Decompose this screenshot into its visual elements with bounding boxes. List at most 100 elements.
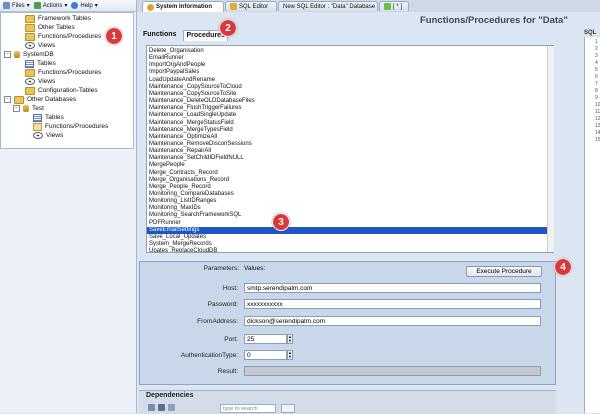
tree-node-label: Views: [38, 42, 56, 49]
sql-line-number: 13: [595, 123, 600, 129]
sql-line-number: 7: [595, 81, 598, 87]
procedure-item[interactable]: SaveEmailSettings: [147, 226, 553, 235]
sql-line-number: 5: [595, 67, 598, 73]
sql-line-number: 9: [595, 95, 598, 101]
folder-icon: [14, 95, 24, 104]
from-address-field[interactable]: [244, 316, 541, 326]
tree-node-label: Functions/Procedures: [38, 33, 102, 40]
values-label: Values:: [244, 265, 266, 272]
tree-node-label: Other Tables: [38, 24, 75, 31]
list-scrollbar[interactable]: [547, 46, 554, 252]
tree-node-views[interactable]: Views: [25, 77, 55, 86]
sql-line-number: 1: [595, 39, 598, 45]
link-icon[interactable]: [168, 404, 175, 411]
tab-new-sql-editor[interactable]: New SQL Editor : "Data" Database: [278, 1, 378, 11]
database-icon: [23, 105, 29, 112]
result-label: Result:: [217, 368, 238, 375]
settings-icon: [147, 3, 154, 11]
tree-node-framework-tables[interactable]: Framework Tables: [25, 14, 91, 23]
table-icon: [33, 113, 42, 122]
tab-label: SQL Editor: [239, 3, 269, 10]
execute-procedure-button[interactable]: Execute Procedure: [466, 266, 542, 277]
procedure-list[interactable]: Delete_Organisation EmailRunner ImportOrgA…: [146, 45, 554, 253]
tree-node-functions-procedures[interactable]: Functions/Procedures: [25, 32, 101, 41]
sql-line-number: 4: [595, 60, 598, 66]
folder-icon: [25, 23, 35, 32]
collapse-icon[interactable]: −: [4, 96, 11, 103]
chevron-down-icon: ▾: [26, 3, 30, 9]
tree-node-label: Functions/Procedures: [45, 123, 109, 130]
password-field[interactable]: [244, 299, 541, 309]
tree-node-views[interactable]: Views: [33, 131, 63, 140]
tree-node-label: Other Databases: [27, 96, 77, 103]
callout-badge: 1: [105, 27, 123, 45]
folder-icon: [25, 68, 35, 77]
tree-node-systemdb[interactable]: − SystemDB: [4, 50, 54, 59]
tree-node-label: Tables: [45, 114, 64, 121]
tree-node-tables[interactable]: Tables: [25, 59, 56, 68]
actions-menu[interactable]: Actions ▾: [33, 2, 68, 9]
eye-icon: [25, 42, 35, 49]
database-icon: [14, 51, 20, 58]
tree-node-configuration-tables[interactable]: Configuration-Tables: [25, 86, 98, 95]
sql-line-number: 8: [595, 88, 598, 94]
files-menu[interactable]: Files ▾: [3, 2, 30, 9]
help-icon: [71, 2, 79, 9]
authentication-type-field[interactable]: [244, 350, 287, 360]
tree-node-other-databases[interactable]: − Other Databases: [4, 95, 76, 104]
folder-icon: [25, 14, 35, 23]
refresh-icon[interactable]: [148, 404, 155, 411]
tree-node-views[interactable]: Views: [25, 41, 55, 50]
folder-icon: [25, 86, 35, 95]
collapse-icon[interactable]: −: [13, 105, 20, 112]
host-field[interactable]: [244, 283, 541, 293]
filter-icon[interactable]: [158, 404, 165, 411]
left-bottom-panel: [0, 150, 136, 413]
tab-sql-editor[interactable]: SQL Editor: [225, 1, 277, 11]
sql-line-number: 15: [595, 137, 600, 143]
sql-line-number: 12: [595, 116, 600, 122]
eye-icon: [33, 132, 43, 139]
collapse-icon[interactable]: −: [4, 51, 11, 58]
tree-node-label: Functions/Procedures: [38, 69, 102, 76]
help-menu[interactable]: Help ▾: [71, 2, 98, 9]
actions-icon: [33, 2, 41, 9]
procedure-icon: [33, 122, 42, 131]
tree-node-label: Framework Tables: [38, 15, 91, 22]
eye-icon: [25, 78, 35, 85]
sql-label: SQL: [584, 30, 597, 36]
tree-node-label: Views: [46, 132, 64, 139]
tab-system-information[interactable]: System Information: [142, 1, 224, 12]
tree-node-test[interactable]: − Test: [13, 104, 44, 113]
chevron-down-icon: ▾: [94, 3, 98, 9]
tree-node-functions-procedures[interactable]: Functions/Procedures: [25, 68, 101, 77]
authentication-type-stepper[interactable]: ▲ ▼: [287, 350, 293, 360]
port-stepper[interactable]: ▲ ▼: [287, 334, 293, 344]
procedure-item[interactable]: Upates_ReplaceCloudDB: [149, 248, 217, 252]
port-field[interactable]: [244, 334, 287, 344]
callout-badge: 2: [219, 19, 237, 37]
sql-preview[interactable]: 1 2 3 4 5 6 7 8 9 10 11 12 13 14 15: [584, 37, 600, 413]
sql-line-number: 11: [595, 109, 600, 115]
callout-badge: 3: [272, 213, 290, 231]
tree-node-tables[interactable]: Tables: [33, 113, 64, 122]
tree-node-other-tables[interactable]: Other Tables: [25, 23, 75, 32]
from-address-label: FromAddress:: [197, 318, 238, 325]
dependencies-search-input[interactable]: type to search: [220, 404, 276, 413]
sql-icon: [230, 3, 237, 10]
sql-line-number: 10: [595, 102, 600, 108]
dependencies-toolbar: [148, 404, 175, 411]
tab-label: New SQL Editor : "Data" Database: [283, 3, 376, 10]
search-button[interactable]: [281, 404, 295, 413]
left-toolbar: Files ▾ Actions ▾ Help ▾: [0, 0, 136, 12]
tab-functions[interactable]: Functions: [141, 30, 178, 40]
sql-line-number: 6: [595, 74, 598, 80]
tab-new[interactable]: [ * ]: [379, 1, 409, 11]
folder-icon: [25, 32, 35, 41]
tree-node-functions-procedures[interactable]: Functions/Procedures: [33, 122, 108, 131]
chevron-down-icon: ▾: [64, 3, 68, 9]
files-icon: [3, 2, 10, 9]
tab-label: System Information: [156, 4, 213, 10]
dependencies-panel: [139, 390, 556, 414]
table-icon: [25, 59, 34, 68]
